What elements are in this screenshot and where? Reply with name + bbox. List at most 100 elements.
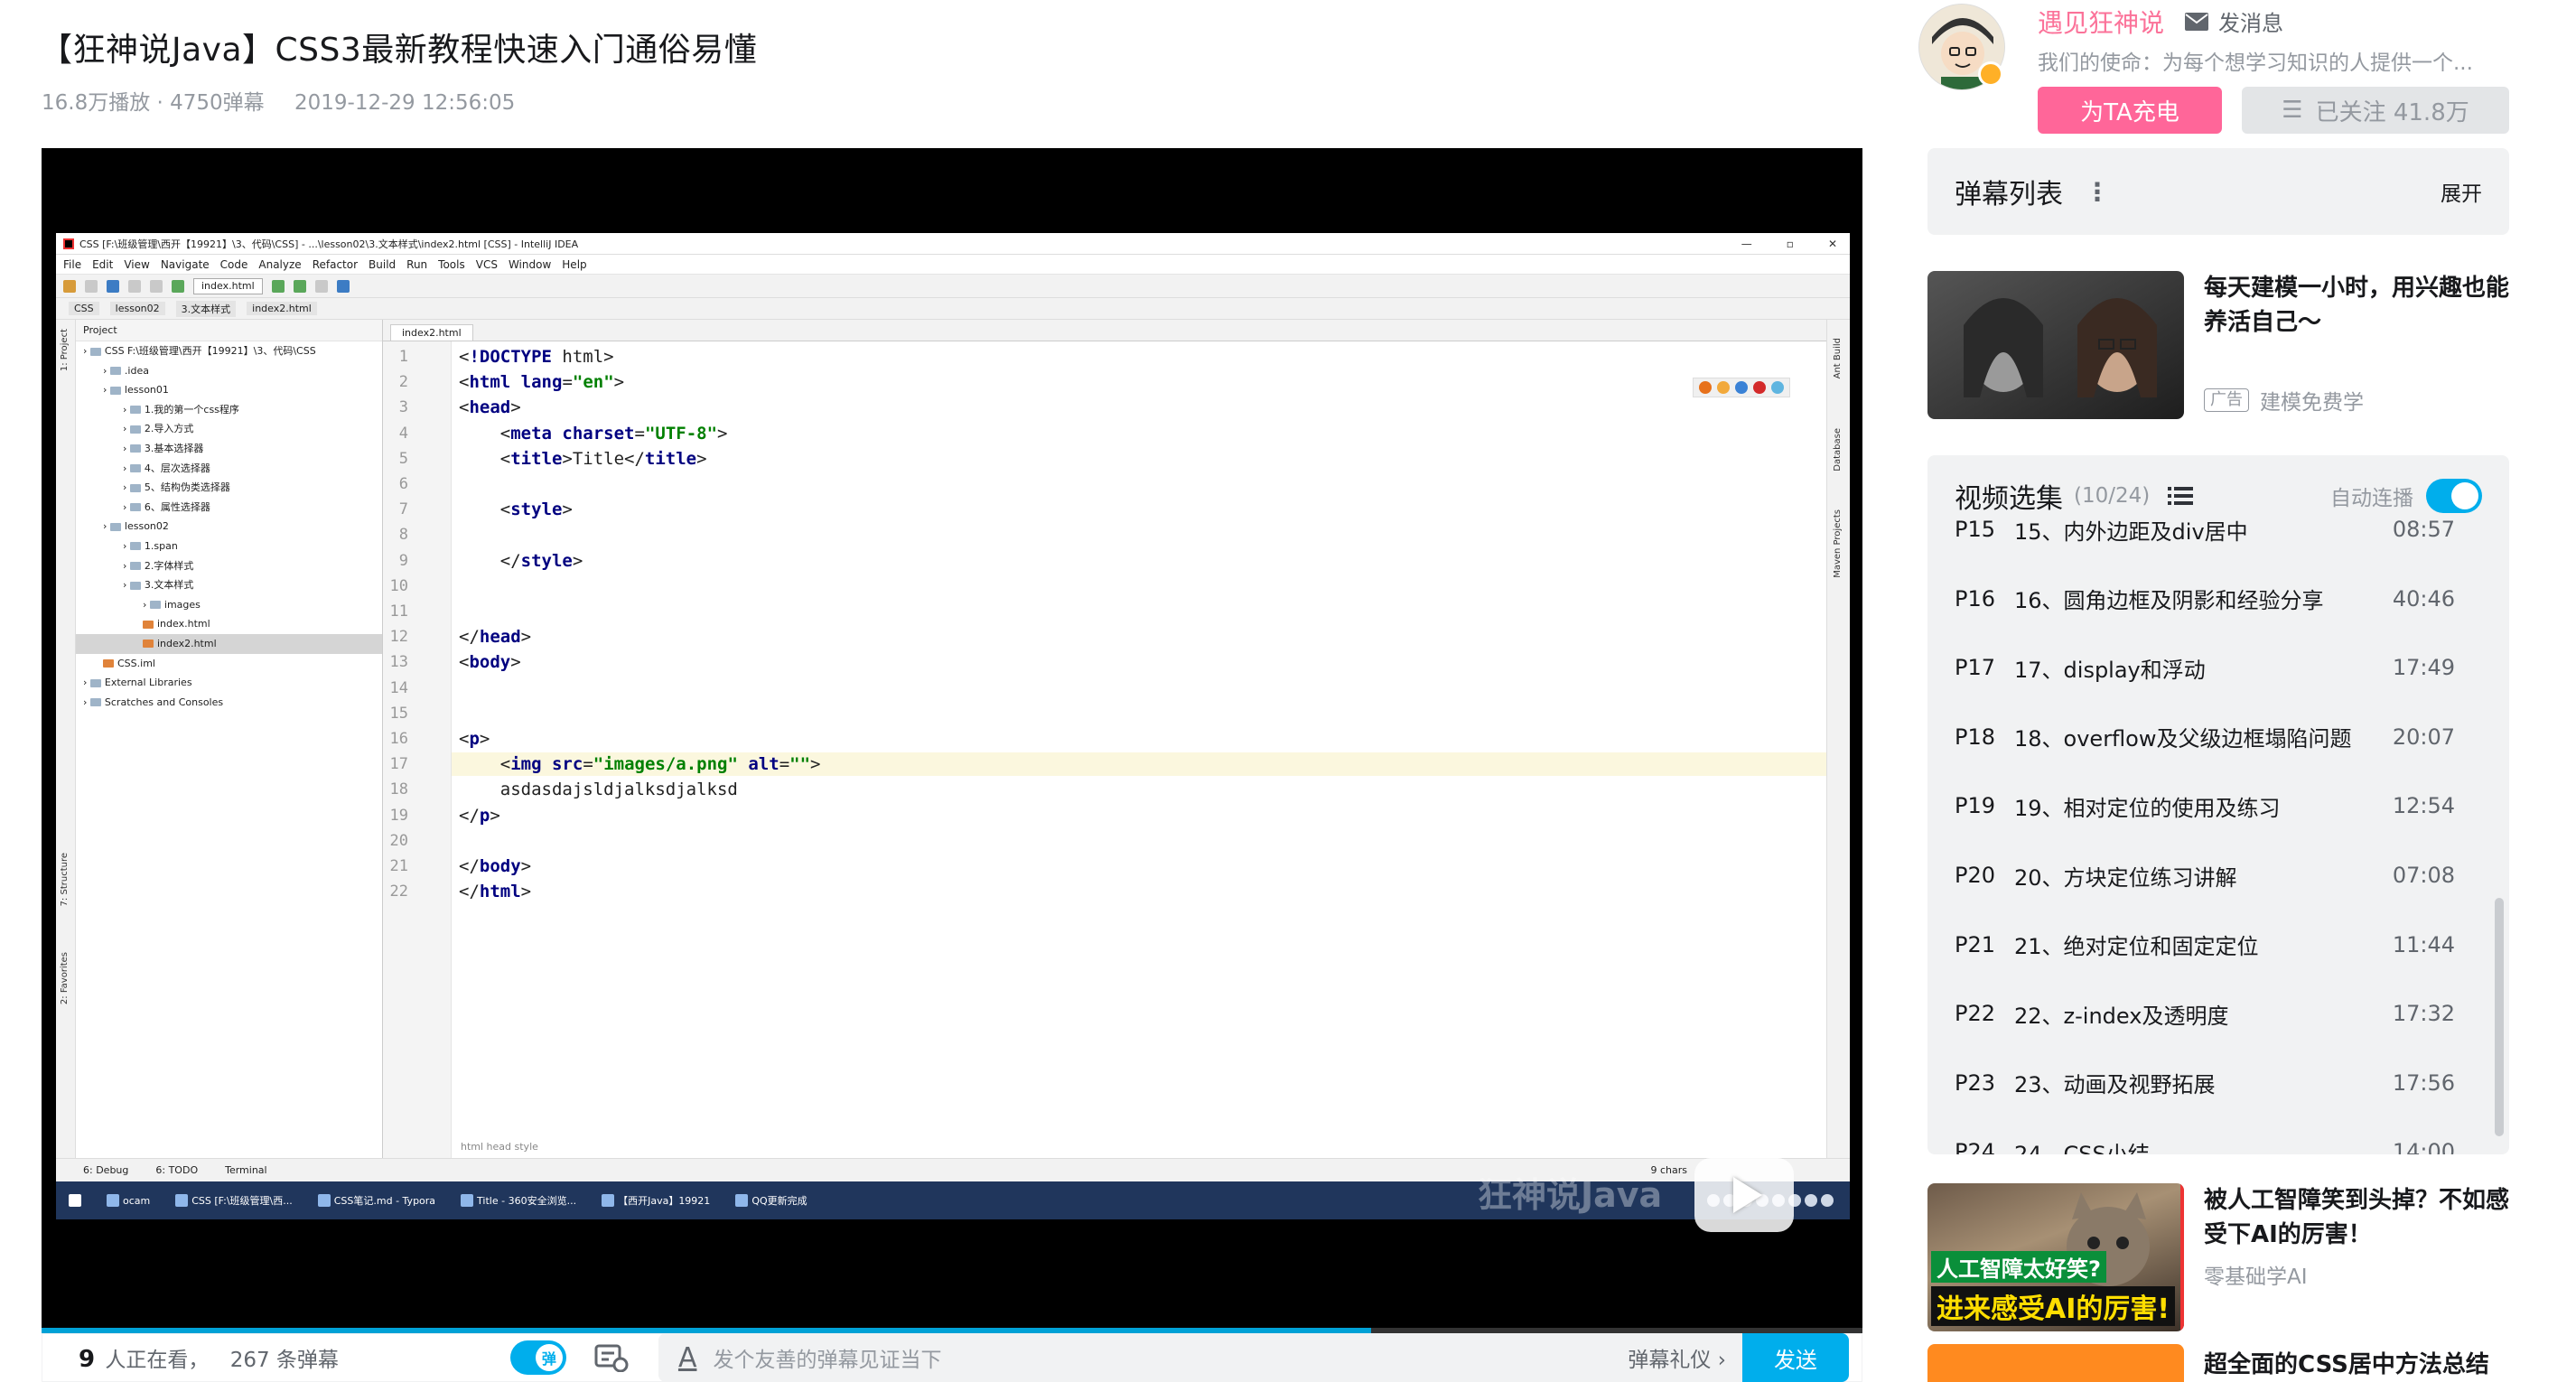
project-tree-item: › 5、结构伪类选择器 <box>76 478 382 498</box>
code-line: </head> <box>459 627 532 648</box>
line-number: 6 <box>398 475 408 493</box>
autoplay-switch[interactable] <box>2426 479 2482 513</box>
danmaku-list-panel[interactable]: 弹幕列表 ⋮ 展开 <box>1927 148 2509 235</box>
danmaku-settings-icon[interactable] <box>593 1342 630 1373</box>
ide-menu-item: Run <box>406 257 428 271</box>
ide-menu-item: File <box>63 257 82 271</box>
save-icon <box>85 279 98 293</box>
video-meta: 16.8万播放 · 4750弹幕 2019-12-29 12:56:05 <box>42 85 538 116</box>
send-button[interactable]: 发送 <box>1741 1333 1849 1382</box>
ide-menu-item: Refactor <box>312 257 359 271</box>
playlist-item-duration: 17:56 <box>2392 1069 2455 1096</box>
danmaku-etiquette-link[interactable]: 弹幕礼仪 › <box>1628 1342 1726 1373</box>
line-number: 15 <box>389 704 408 723</box>
recommend-author[interactable]: 零基础学AI <box>2204 1259 2308 1290</box>
playlist-item-part: P21 <box>1955 931 1996 957</box>
recommend-title[interactable]: 被人工智障笑到头掉？不如感受下AI的厉害！ <box>2204 1183 2511 1252</box>
code-line: <meta charset="UTF-8"> <box>459 423 728 444</box>
line-number: 16 <box>389 730 408 748</box>
message-label: 发消息 <box>2218 11 2283 36</box>
recommend-title-2[interactable]: 超全面的CSS居中方法总结 <box>2204 1346 2489 1379</box>
folder-icon <box>129 464 141 473</box>
project-tree-item: › 3.基本选择器 <box>76 439 382 459</box>
line-number: 5 <box>398 449 408 468</box>
tree-expand-icon: › <box>123 539 130 552</box>
tree-expand-icon: › <box>83 696 90 708</box>
playlist-item[interactable]: P22 22、z-index及透明度 17:32 <box>1955 995 2455 1032</box>
danmaku-toggle[interactable]: 弹 <box>509 1340 566 1375</box>
tree-expand-icon: › <box>123 481 130 494</box>
playlist-item[interactable]: P16 16、圆角边框及阴影和经验分享 40:46 <box>1955 581 2455 617</box>
play-button[interactable] <box>1694 1158 1794 1232</box>
play-icon <box>1733 1177 1762 1213</box>
playlist-scrollbar[interactable] <box>2495 898 2504 1136</box>
more-options-icon[interactable]: ⋮ <box>2085 177 2110 207</box>
tree-expand-icon: › <box>123 462 130 474</box>
ide-window-title: CSS [F:\班级管理\西开【19921】\3、代码\CSS] - ...\l… <box>79 238 579 250</box>
recommend-banner: 人工智障太好笑? 进来感受AI的厉害! <box>1931 1251 2180 1326</box>
tree-item-label: CSS F:\班级管理\西开【19921】\3、代码\CSS <box>104 345 316 357</box>
window-controls: — ▫ ✕ <box>1741 237 1837 250</box>
line-number: 12 <box>389 628 408 647</box>
playlist-item-title: 22、z-index及透明度 <box>2014 1003 2229 1029</box>
recommend-thumbnail-2[interactable] <box>1927 1344 2184 1382</box>
playlist-item[interactable]: P17 17、display和浮动 17:49 <box>1955 649 2455 686</box>
tree-item-label: lesson02 <box>124 520 169 533</box>
code-line: <html lang="en"> <box>459 372 625 393</box>
ide-menu-item: Code <box>219 257 248 271</box>
ad-card[interactable]: 每天建模一小时，用兴趣也能养活自己～ 广告 建模免费学 <box>1927 271 2509 419</box>
file-icon <box>143 640 154 649</box>
folder-icon <box>129 503 141 512</box>
recommend-card[interactable]: 人工智障太好笑? 进来感受AI的厉害! 被人工智障笑到头掉？不如感受下AI的厉害… <box>1927 1183 2509 1331</box>
playlist-item[interactable]: P20 20、方块定位练习讲解 07:08 <box>1955 857 2455 893</box>
danmaku-list-title: 弹幕列表 <box>1955 179 2063 210</box>
danmaku-input[interactable]: A 发个友善的弹幕见证当下 弹幕礼仪 › <box>658 1333 1742 1382</box>
structure-tool-label: 7: Structure <box>60 853 70 907</box>
playlist-item[interactable]: P18 18、overflow及父级边框塌陷问题 20:07 <box>1955 719 2455 755</box>
playlist-item[interactable]: P15 15、内外边距及div居中 08:57 <box>1955 511 2455 547</box>
uploader-name[interactable]: 遇见狂神说 <box>2038 4 2164 40</box>
windows-start-icon <box>69 1194 81 1207</box>
code-line: </style> <box>459 550 583 571</box>
project-tree-item: › 2.字体样式 <box>76 556 382 576</box>
playlist-item-part: P22 <box>1955 1001 1996 1027</box>
project-tree-item: › 4、层次选择器 <box>76 459 382 479</box>
recommend-thumbnail[interactable]: 人工智障太好笑? 进来感受AI的厉害! <box>1927 1183 2184 1331</box>
playlist-item-title: 17、display和浮动 <box>2014 657 2206 683</box>
ide-breadcrumb-item: 3.文本样式 <box>175 300 237 317</box>
list-view-icon[interactable] <box>2168 486 2194 506</box>
line-number: 13 <box>389 653 408 672</box>
ad-source[interactable]: 建模免费学 <box>2260 385 2364 416</box>
project-tree-item: › 3.文本样式 <box>76 575 382 595</box>
follow-button[interactable]: ☰ 已关注 41.8万 <box>2242 87 2509 134</box>
tree-expand-icon: › <box>143 598 150 611</box>
left-tool-strip: 1: Project 7: Structure 2: Favorites <box>56 320 76 1158</box>
playlist-item[interactable]: P19 19、相对定位的使用及练习 12:54 <box>1955 788 2455 824</box>
ide-menu-item: Tools <box>438 257 465 271</box>
ide-screenshot: CSS [F:\班级管理\西开【19921】\3、代码\CSS] - ...\l… <box>56 233 1850 1219</box>
taskbar-item-label: ocam <box>123 1194 151 1207</box>
playlist-item[interactable]: P21 21、绝对定位和固定定位 11:44 <box>1955 927 2455 963</box>
danmaku-expand[interactable]: 展开 <box>2441 176 2482 207</box>
taskbar-item-label: 【西开Java】19921 <box>618 1195 711 1207</box>
code-editor: index2.html 1 2 3 4 5 6 7 8 9 10 11 12 13 14 15 16 17 18 1… <box>383 320 1850 1158</box>
ad-tag: 广告 <box>2204 388 2249 412</box>
video-player[interactable]: CSS [F:\班级管理\西开【19921】\3、代码\CSS] - ...\l… <box>42 148 1862 1333</box>
code-line: asdasdajsldjalksdjalksd <box>459 780 738 800</box>
ad-thumbnail[interactable] <box>1927 271 2184 419</box>
project-tree-item: › images <box>76 595 382 615</box>
line-number: 22 <box>389 882 408 901</box>
font-style-icon[interactable]: A <box>678 1342 697 1374</box>
line-number: 1 <box>398 348 408 366</box>
message-button[interactable]: 发消息 <box>2184 5 2283 37</box>
playlist-item[interactable]: P24 24、CSS小结 14:00 <box>1955 1134 2455 1154</box>
playlist-item[interactable]: P23 23、动画及视野拓展 17:56 <box>1955 1065 2455 1101</box>
charge-button[interactable]: 为TA充电 <box>2038 87 2222 134</box>
code-line: </body> <box>459 856 532 876</box>
playlist-count: (10/24) <box>2074 484 2151 508</box>
menu-lines-icon: ☰ <box>2282 97 2303 124</box>
ide-toolbar: index.html <box>56 275 1850 298</box>
playlist-item-part: P23 <box>1955 1069 1996 1096</box>
ad-title[interactable]: 每天建模一小时，用兴趣也能养活自己～ <box>2204 271 2511 340</box>
